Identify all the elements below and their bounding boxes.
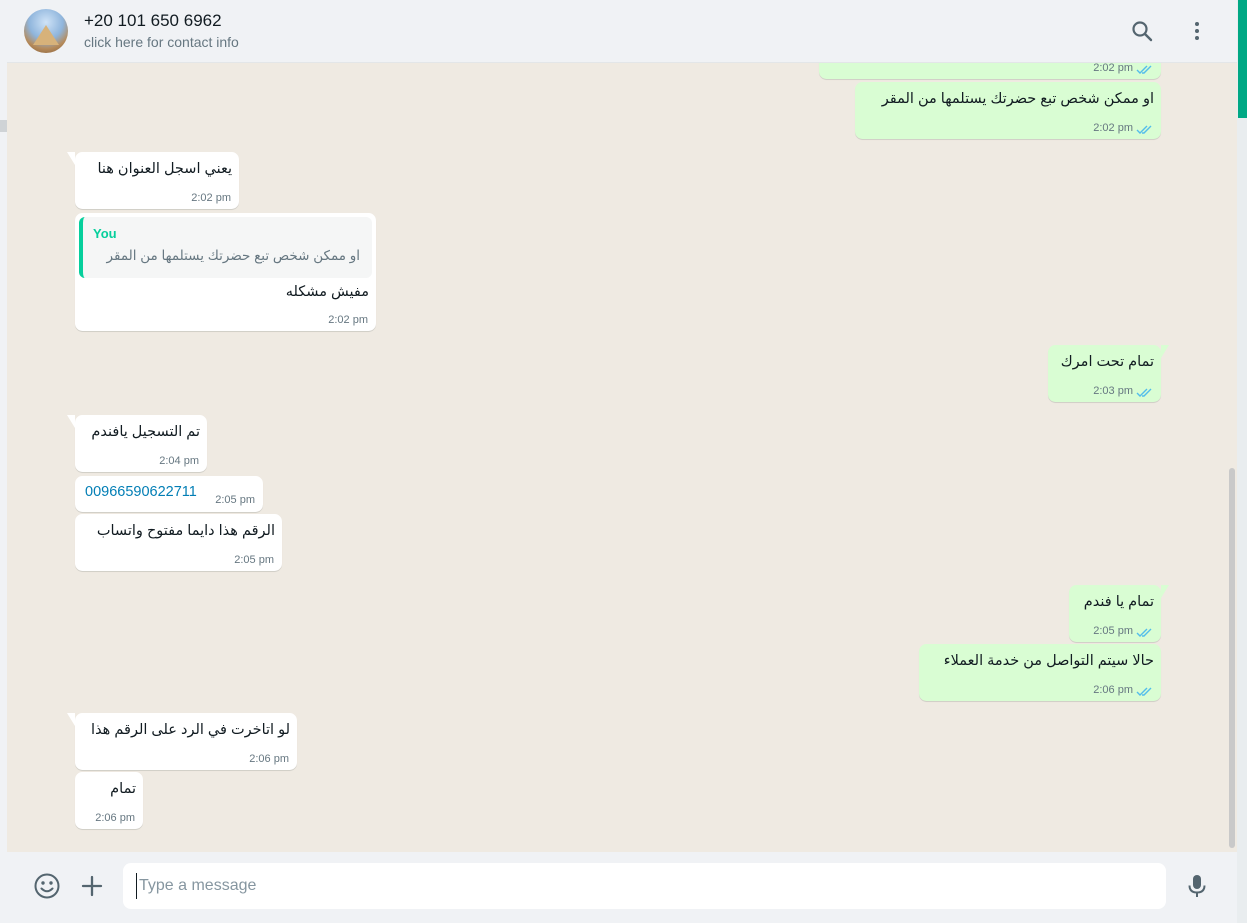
chat-header[interactable]: +20 101 650 6962 click here for contact … (7, 0, 1237, 63)
avatar[interactable] (24, 9, 68, 53)
message-bubble-incoming[interactable]: لو اتاخرت في الرد على الرقم هذا 2:06 pm (67, 713, 297, 770)
quote-author: You (93, 226, 117, 241)
message-list[interactable]: 2:02 pm او ممكن شخص تبع حضرتك يستلمها من… (7, 63, 1237, 852)
message-bubble-outgoing[interactable]: او ممكن شخص تبع حضرتك يستلمها من المقر 2… (855, 82, 1161, 139)
message-input[interactable] (123, 863, 1166, 909)
message-composer (7, 852, 1237, 923)
attach-plus-icon[interactable] (77, 871, 107, 901)
message-text: مفيش مشكله (285, 284, 369, 300)
emoji-icon[interactable] (32, 871, 62, 901)
phone-number-link[interactable]: 00966590622711 (85, 484, 197, 500)
avatar-image-pyramid (33, 25, 59, 45)
message-time: 2:03 pm (1093, 385, 1133, 397)
message-text: تمام تحت امرك (1060, 354, 1154, 370)
panel-divider-mark (0, 120, 7, 132)
message-text: تم التسجيل يافندم (91, 424, 200, 440)
message-text: تمام (110, 781, 136, 797)
chat-window: +20 101 650 6962 click here for contact … (7, 0, 1237, 923)
message-time: 2:02 pm (1093, 63, 1133, 74)
quote-text: او ممكن شخص تبع حضرتك يستلمها من المقر (106, 248, 360, 263)
contact-info-hint[interactable]: click here for contact info (84, 34, 239, 50)
message-bubble-outgoing[interactable]: 2:02 pm (819, 63, 1161, 79)
read-ticks-icon (1136, 65, 1152, 74)
message-bubble-incoming[interactable]: الرقم هذا دايما مفتوح واتساب 2:05 pm (75, 514, 282, 571)
contact-name[interactable]: +20 101 650 6962 (84, 11, 222, 31)
message-time: 2:02 pm (1093, 122, 1133, 134)
message-time: 2:06 pm (1093, 684, 1133, 696)
message-bubble-incoming[interactable]: تمام 2:06 pm (75, 772, 143, 829)
message-text: لو اتاخرت في الرد على الرقم هذا (91, 722, 290, 738)
message-text: حالا سيتم التواصل من خدمة العملاء (943, 653, 1154, 669)
left-panel-edge (0, 0, 7, 923)
message-bubble-incoming[interactable]: 00966590622711 2:05 pm (75, 476, 263, 512)
message-time: 2:06 pm (95, 812, 135, 824)
message-time: 2:05 pm (1093, 625, 1133, 637)
message-time: 2:02 pm (328, 314, 368, 326)
message-time: 2:06 pm (249, 753, 289, 765)
message-time: 2:02 pm (191, 192, 231, 204)
read-ticks-icon (1136, 628, 1152, 637)
message-bubble-incoming[interactable]: تم التسجيل يافندم 2:04 pm (67, 415, 207, 472)
message-bubble-incoming[interactable]: يعني اسجل العنوان هنا 2:02 pm (67, 152, 239, 209)
message-time: 2:04 pm (159, 455, 199, 467)
message-bubble-outgoing[interactable]: حالا سيتم التواصل من خدمة العملاء 2:06 p… (919, 644, 1161, 701)
message-time: 2:05 pm (234, 554, 274, 566)
message-time: 2:05 pm (215, 494, 255, 506)
message-text: يعني اسجل العنوان هنا (97, 161, 232, 177)
chat-scrollbar[interactable] (1229, 468, 1235, 848)
message-text: او ممكن شخص تبع حضرتك يستلمها من المقر (881, 91, 1154, 107)
read-ticks-icon (1136, 388, 1152, 397)
microphone-icon[interactable] (1182, 871, 1212, 901)
message-bubble-outgoing[interactable]: تمام تحت امرك 2:03 pm (1048, 345, 1169, 402)
message-text: تمام يا فندم (1083, 594, 1154, 610)
accent-bar (1238, 0, 1247, 118)
menu-icon[interactable] (1184, 18, 1210, 44)
quoted-message[interactable]: You او ممكن شخص تبع حضرتك يستلمها من الم… (79, 217, 372, 278)
read-ticks-icon (1136, 687, 1152, 696)
right-panel-edge (1237, 0, 1247, 923)
message-bubble-incoming-reply[interactable]: You او ممكن شخص تبع حضرتك يستلمها من الم… (75, 213, 376, 331)
text-caret (136, 873, 137, 899)
search-icon[interactable] (1129, 18, 1155, 44)
read-ticks-icon (1136, 125, 1152, 134)
message-text: الرقم هذا دايما مفتوح واتساب (96, 523, 275, 539)
message-bubble-outgoing[interactable]: تمام يا فندم 2:05 pm (1069, 585, 1169, 642)
